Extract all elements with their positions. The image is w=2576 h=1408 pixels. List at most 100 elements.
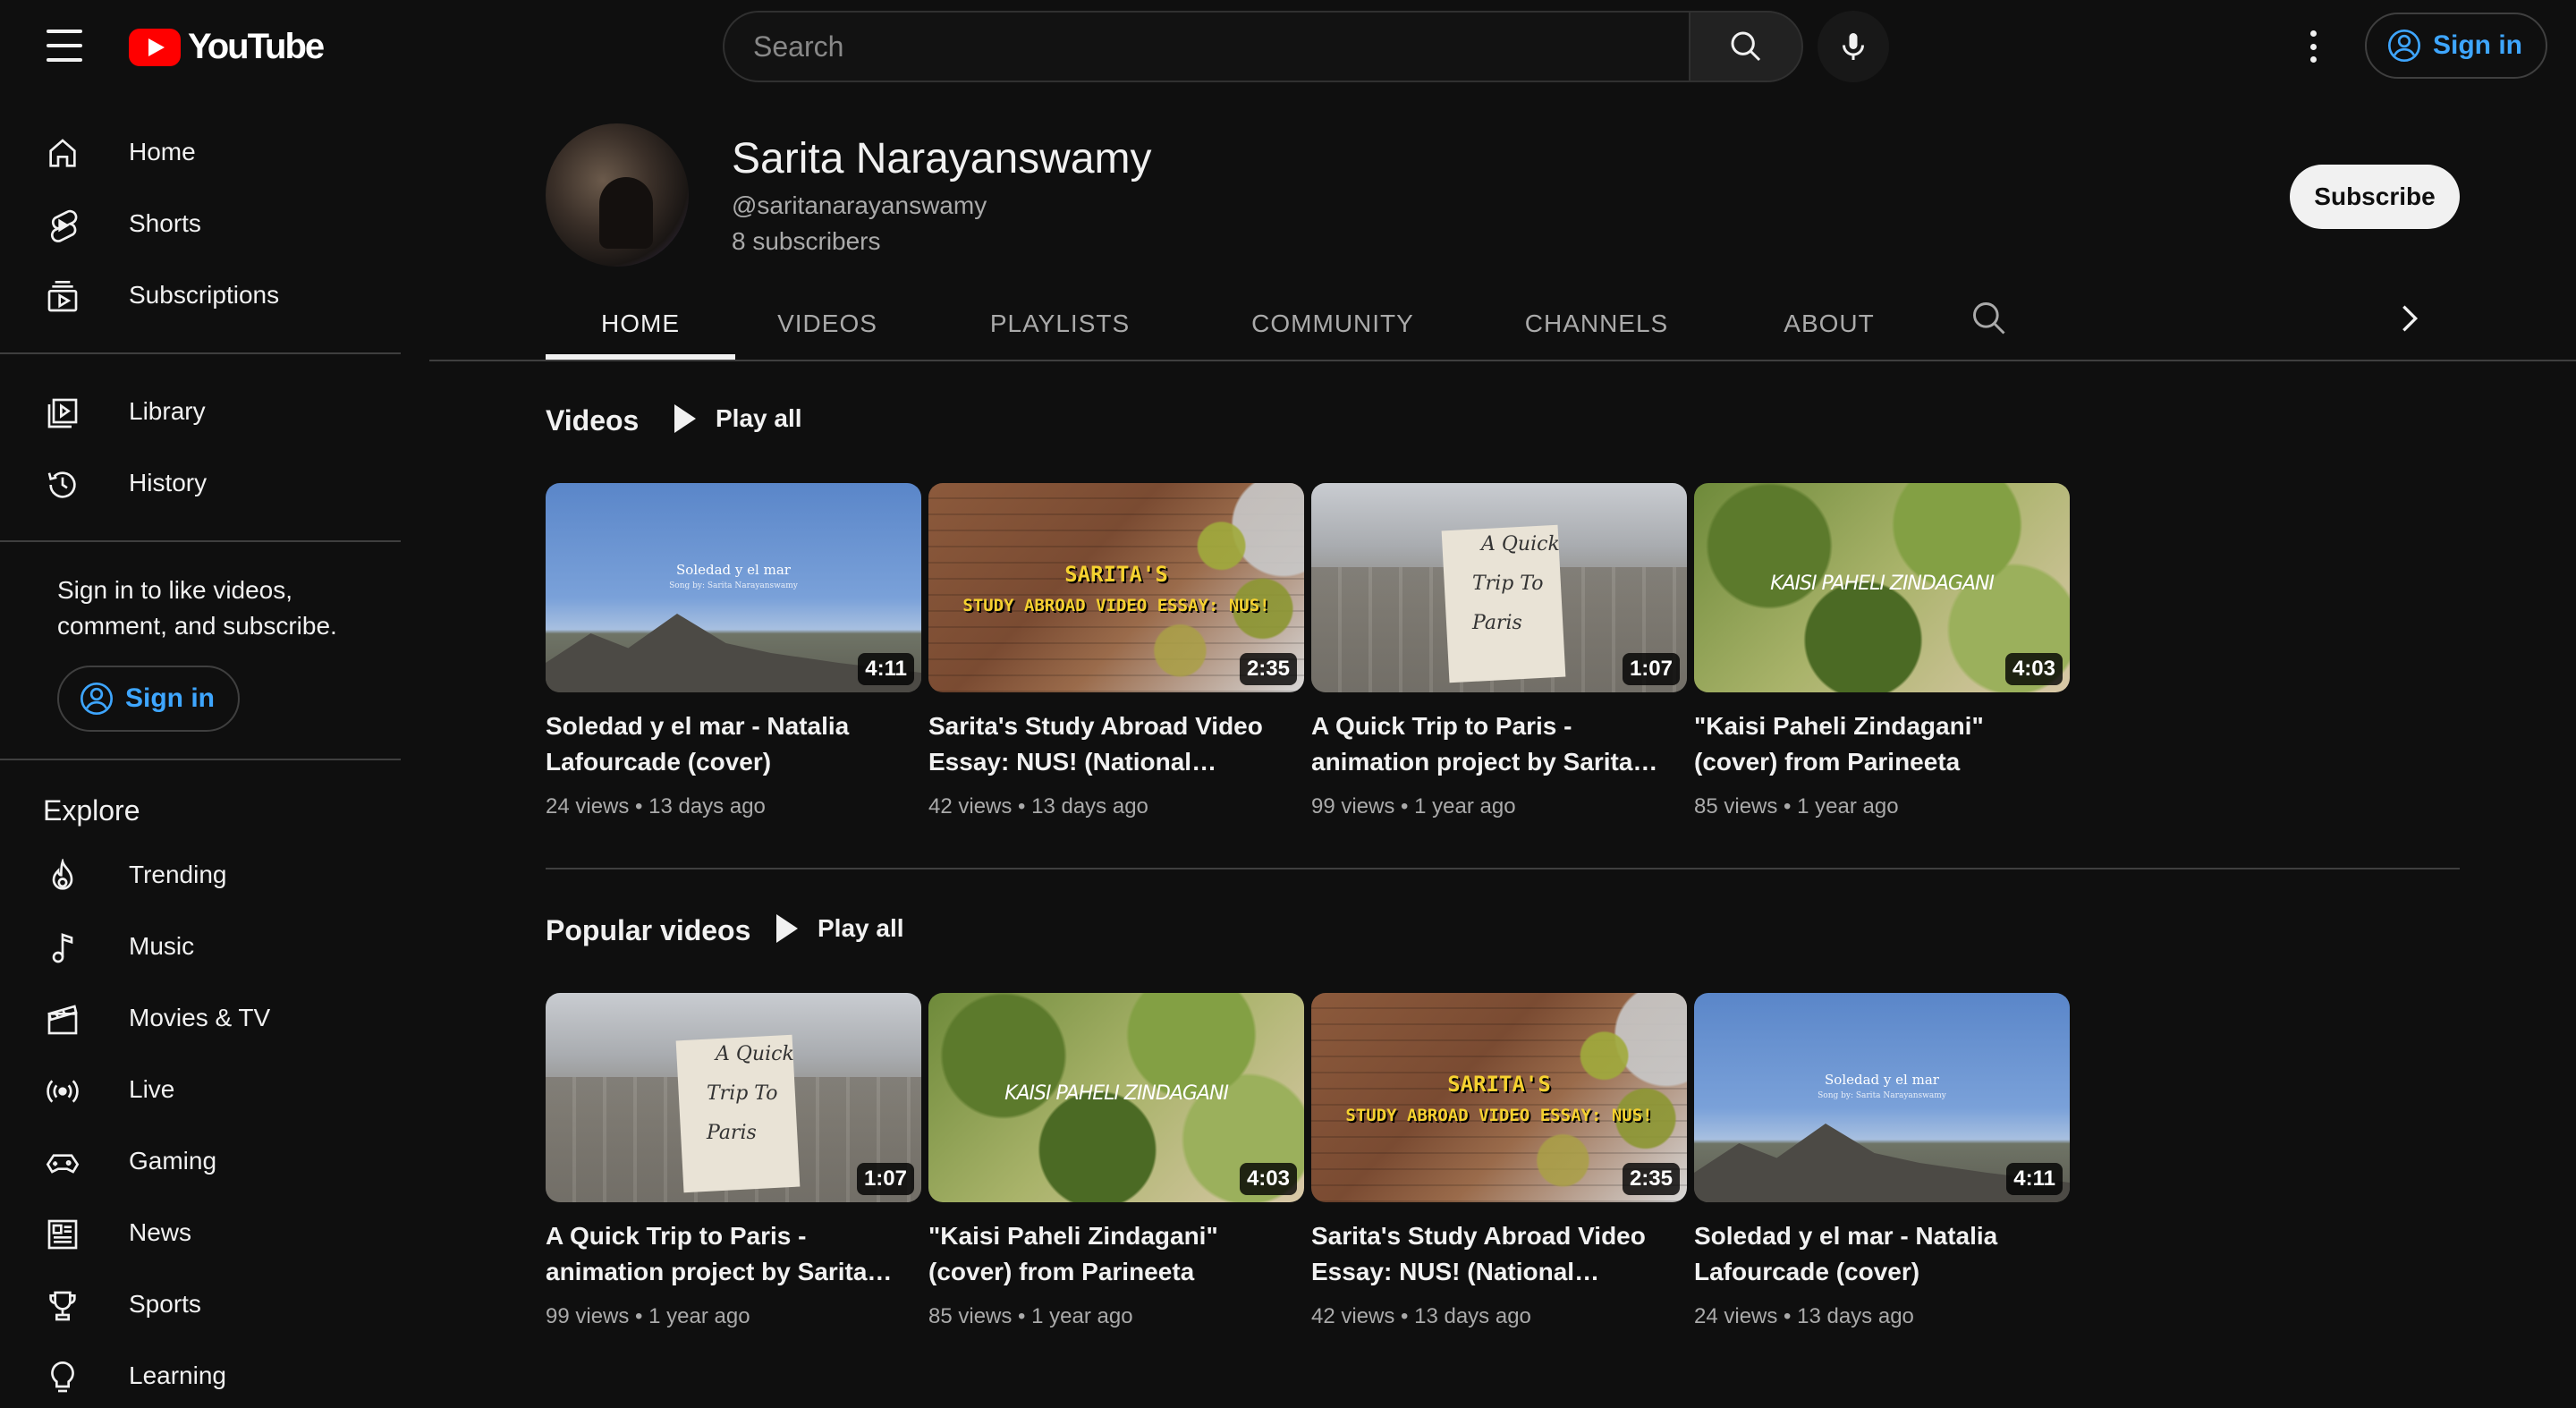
- thumbnail-text: Trip To: [1472, 573, 1544, 595]
- library-icon: [43, 394, 82, 433]
- subscriptions-icon: [43, 277, 82, 317]
- video-thumbnail[interactable]: KAISI PAHELI ZINDAGANI 4:03: [928, 993, 1304, 1202]
- video-title[interactable]: A Quick Trip to Paris - animation projec…: [1311, 708, 1687, 780]
- upload-age: 13 days ago: [1031, 794, 1148, 819]
- sidebar-item-music[interactable]: Music: [0, 911, 401, 982]
- video-meta: 24 views • 13 days ago: [1694, 1304, 1914, 1328]
- sidebar-item-label: Subscriptions: [129, 281, 280, 309]
- video-title[interactable]: "Kaisi Paheli Zindagani" (cover) from Pa…: [928, 1218, 1304, 1290]
- tab-about[interactable]: ABOUT: [1762, 286, 1896, 361]
- sidebar-item-news[interactable]: News: [0, 1197, 401, 1268]
- upload-age: 13 days ago: [648, 794, 766, 819]
- channel-search-icon[interactable]: [1970, 299, 2009, 338]
- video-title[interactable]: Sarita's Study Abroad Video Essay: NUS! …: [928, 708, 1304, 780]
- thumbnail-text: Paris: [1472, 612, 1522, 634]
- search-input[interactable]: [723, 11, 1689, 82]
- view-count: 99 views: [546, 1304, 630, 1328]
- video-duration: 4:03: [2004, 653, 2063, 685]
- video-meta: 42 views • 13 days ago: [1311, 1304, 1531, 1328]
- video-duration: 4:03: [1239, 1163, 1297, 1195]
- video-meta: 85 views • 1 year ago: [928, 1304, 1133, 1328]
- view-count: 24 views: [1694, 1304, 1778, 1328]
- sidebar-item-sports[interactable]: Sports: [0, 1268, 401, 1340]
- thumbnail-text: SARITA'S: [1064, 562, 1168, 587]
- sidebar-item-label: Gaming: [129, 1147, 217, 1175]
- video-card[interactable]: KAISI PAHELI ZINDAGANI 4:03 "Kaisi Pahel…: [1694, 483, 2070, 819]
- channel-avatar[interactable]: [546, 123, 689, 267]
- thumbnail-text: Paris: [707, 1122, 757, 1144]
- chevron-right-icon[interactable]: [2395, 301, 2424, 336]
- video-card[interactable]: KAISI PAHELI ZINDAGANI 4:03 "Kaisi Pahel…: [928, 993, 1304, 1329]
- sidebar-divider: [0, 352, 401, 354]
- tab-channels[interactable]: CHANNELS: [1512, 286, 1682, 361]
- video-card[interactable]: A Quick Trip To Paris 1:07 A Quick Trip …: [546, 993, 921, 1329]
- view-count: 99 views: [1311, 794, 1395, 819]
- subscribe-button[interactable]: Subscribe: [2290, 165, 2460, 229]
- sidebar-item-home[interactable]: Home: [0, 116, 401, 188]
- view-count: 24 views: [546, 794, 630, 819]
- sidebar-item-gaming[interactable]: Gaming: [0, 1125, 401, 1197]
- video-title[interactable]: "Kaisi Paheli Zindagani" (cover) from Pa…: [1694, 708, 2070, 780]
- video-thumbnail[interactable]: A Quick Trip To Paris 1:07: [1311, 483, 1687, 692]
- thumbnail-text: STUDY ABROAD VIDEO ESSAY: NUS!: [962, 596, 1270, 615]
- video-card[interactable]: A Quick Trip To Paris 1:07 A Quick Trip …: [1311, 483, 1687, 819]
- video-card[interactable]: SARITA'S STUDY ABROAD VIDEO ESSAY: NUS! …: [928, 483, 1304, 819]
- tab-videos[interactable]: VIDEOS: [760, 286, 894, 361]
- sidebar-divider: [0, 540, 401, 542]
- sidebar-item-label: Music: [129, 932, 195, 960]
- music-icon: [43, 929, 82, 968]
- video-title[interactable]: Soledad y el mar - Natalia Lafourcade (c…: [1694, 1218, 2070, 1290]
- sidebar-item-trending[interactable]: Trending: [0, 839, 401, 911]
- upload-age: 1 year ago: [1031, 1304, 1133, 1328]
- video-card[interactable]: Soledad y el mar Song by: Sarita Narayan…: [546, 483, 921, 819]
- video-title[interactable]: Sarita's Study Abroad Video Essay: NUS! …: [1311, 1218, 1687, 1290]
- video-thumbnail[interactable]: SARITA'S STUDY ABROAD VIDEO ESSAY: NUS! …: [1311, 993, 1687, 1202]
- sign-in-button[interactable]: Sign in: [2365, 13, 2547, 79]
- play-all-label: Play all: [818, 914, 904, 942]
- tab-playlists[interactable]: PLAYLISTS: [984, 286, 1136, 361]
- tab-home[interactable]: HOME: [546, 286, 735, 361]
- view-count: 42 views: [928, 794, 1013, 819]
- play-all-button[interactable]: Play all: [776, 914, 904, 943]
- sidebar-item-shorts[interactable]: Shorts: [0, 188, 401, 259]
- video-title[interactable]: A Quick Trip to Paris - animation projec…: [546, 1218, 921, 1290]
- video-thumbnail[interactable]: KAISI PAHELI ZINDAGANI 4:03: [1694, 483, 2070, 692]
- upload-age: 1 year ago: [1414, 794, 1516, 819]
- voice-search-button[interactable]: [1818, 11, 1889, 82]
- video-card[interactable]: Soledad y el mar Song by: Sarita Narayan…: [1694, 993, 2070, 1329]
- tab-community[interactable]: COMMUNITY: [1234, 286, 1431, 361]
- video-thumbnail[interactable]: Soledad y el mar Song by: Sarita Narayan…: [546, 483, 921, 692]
- sidebar-sign-in-button[interactable]: Sign in: [57, 666, 240, 732]
- view-count: 85 views: [1694, 794, 1778, 819]
- shelf-title-videos: Videos: [546, 404, 640, 437]
- video-title[interactable]: Soledad y el mar - Natalia Lafourcade (c…: [546, 708, 921, 780]
- home-icon: [43, 134, 82, 174]
- sidebar-item-label: Learning: [129, 1361, 226, 1389]
- sidebar-item-live[interactable]: Live: [0, 1054, 401, 1125]
- thumbnail-text: A Quick: [1481, 533, 1560, 556]
- play-icon: [674, 404, 696, 433]
- sidebar-item-label: News: [129, 1218, 192, 1246]
- menu-icon[interactable]: [47, 30, 82, 62]
- subscriber-count: 8 subscribers: [732, 227, 881, 255]
- youtube-logo[interactable]: YouTube: [129, 27, 325, 67]
- sidebar-item-subscriptions[interactable]: Subscriptions: [0, 259, 401, 331]
- tabs-divider: [429, 360, 2576, 361]
- video-thumbnail[interactable]: A Quick Trip To Paris 1:07: [546, 993, 921, 1202]
- news-icon: [43, 1215, 82, 1254]
- sidebar-item-movies-tv[interactable]: Movies & TV: [0, 982, 401, 1054]
- thumbnail-text: SARITA'S: [1447, 1072, 1551, 1097]
- sidebar-item-learning[interactable]: Learning: [0, 1340, 401, 1408]
- video-thumbnail[interactable]: SARITA'S STUDY ABROAD VIDEO ESSAY: NUS! …: [928, 483, 1304, 692]
- more-options-icon[interactable]: [2295, 27, 2331, 66]
- account-icon: [80, 683, 113, 715]
- video-thumbnail[interactable]: Soledad y el mar Song by: Sarita Narayan…: [1694, 993, 2070, 1202]
- video-card[interactable]: SARITA'S STUDY ABROAD VIDEO ESSAY: NUS! …: [1311, 993, 1687, 1329]
- search-button[interactable]: [1689, 11, 1803, 82]
- sidebar-item-label: History: [129, 469, 208, 496]
- live-icon: [43, 1072, 82, 1111]
- sidebar-item-library[interactable]: Library: [0, 376, 401, 447]
- sidebar-item-history[interactable]: History: [0, 447, 401, 519]
- play-all-button[interactable]: Play all: [674, 404, 802, 433]
- learning-icon: [43, 1358, 82, 1397]
